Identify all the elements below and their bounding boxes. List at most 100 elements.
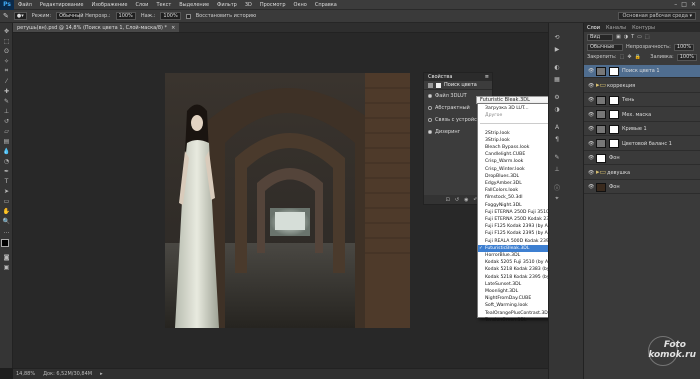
brush-tool-icon[interactable]: ✎ — [3, 12, 9, 20]
actions-panel-icon[interactable]: ▶ — [552, 45, 562, 53]
eyedropper-tool-icon[interactable]: ⁄ — [2, 77, 11, 85]
properties-panel-icon[interactable]: ⚙ — [552, 93, 562, 101]
quick-selection-tool-icon[interactable]: ✧ — [2, 57, 11, 65]
filter-type-icon[interactable]: T — [631, 34, 634, 40]
clone-stamp-icon[interactable]: ⊥ — [2, 107, 11, 115]
lock-all-icon[interactable]: 🔒 — [635, 54, 641, 60]
layer-row[interactable]: 👁 Фон — [584, 152, 700, 165]
eye-icon[interactable]: 👁 — [588, 126, 594, 132]
eye-icon[interactable]: 👁 — [588, 184, 594, 190]
layers-tab[interactable]: Слои — [587, 25, 600, 31]
move-tool-icon[interactable]: ✥ — [2, 27, 11, 35]
layer-row[interactable]: 👁 Кривые 1 — [584, 123, 700, 136]
marquee-tool-icon[interactable]: ⬚ — [2, 37, 11, 45]
lock-pixels-icon[interactable]: ⬚ — [620, 54, 625, 60]
layers-tab[interactable]: Контуры — [632, 25, 655, 31]
opacity-input[interactable]: 100% — [115, 12, 136, 20]
menu-item[interactable]: Редактирование — [36, 2, 88, 8]
filter-pixel-icon[interactable]: ▣ — [616, 34, 621, 40]
foreground-color-swatch[interactable] — [1, 239, 9, 247]
document-tab[interactable]: ретушь(вн).psd @ 14,8% (Поиск цвета 1, С… — [13, 23, 180, 32]
menu-item[interactable]: 3D — [241, 2, 256, 8]
layer-row[interactable]: 👁 Фон — [584, 181, 700, 194]
zoom-tool-icon[interactable]: 🔍 — [2, 217, 11, 225]
brush-tool-icon[interactable]: ✎ — [2, 97, 11, 105]
menu-item[interactable]: Фильтр — [213, 2, 241, 8]
layer-mask-thumbnail[interactable] — [609, 66, 619, 76]
eye-icon[interactable]: 👁 — [588, 68, 594, 74]
blur-tool-icon[interactable]: 💧 — [2, 147, 11, 155]
eye-icon[interactable]: 👁 — [588, 155, 594, 161]
quick-mask-icon[interactable]: ◙ — [2, 253, 11, 261]
healing-brush-icon[interactable]: ✚ — [2, 87, 11, 95]
option-radio[interactable] — [428, 130, 432, 134]
brush-panel-icon[interactable]: ✎ — [552, 153, 562, 161]
mode-select[interactable]: Обычный — [56, 12, 83, 20]
type-tool-icon[interactable]: T — [2, 177, 11, 185]
flow-input[interactable]: 100% — [160, 12, 181, 20]
status-arrow-icon[interactable]: ▸ — [100, 371, 103, 377]
eye-icon[interactable]: 👁 — [588, 141, 594, 147]
close-window-icon[interactable]: ✕ — [691, 1, 696, 8]
filter-smart-icon[interactable]: ⬚ — [645, 34, 650, 40]
layer-row[interactable]: 👁 ▸▭ коррекция — [584, 80, 700, 93]
hand-tool-icon[interactable]: ✋ — [2, 207, 11, 215]
layer-row[interactable]: 👁 Тень — [584, 94, 700, 107]
view-previous-icon[interactable]: ↺ — [455, 197, 459, 203]
menu-item[interactable]: Слои — [131, 2, 152, 8]
minimize-icon[interactable]: – — [674, 1, 677, 8]
lasso-tool-icon[interactable]: ʘ — [2, 47, 11, 55]
workspace-select[interactable]: Основная рабочая среда ▾ — [618, 12, 696, 20]
character-panel-icon[interactable]: A — [552, 123, 562, 131]
layer-kind-filter[interactable]: Вид — [587, 33, 613, 41]
filter-adjust-icon[interactable]: ◑ — [624, 34, 628, 40]
eye-icon[interactable]: 👁 — [588, 170, 594, 176]
layer-opacity-input[interactable]: 100% — [673, 43, 695, 51]
visibility-icon[interactable]: ◉ — [464, 197, 468, 203]
fill-input[interactable]: 100% — [676, 53, 697, 61]
more-tools-icon[interactable]: … — [2, 227, 11, 235]
eraser-tool-icon[interactable]: ▱ — [2, 127, 11, 135]
close-tab-icon[interactable]: × — [171, 25, 175, 31]
mask-icon[interactable] — [436, 82, 441, 88]
maximize-icon[interactable]: □ — [681, 1, 687, 8]
clone-source-icon[interactable]: ⊥ — [552, 165, 562, 173]
navigator-panel-icon[interactable]: ⌖ — [552, 195, 562, 203]
brush-preset-picker[interactable]: ●▾ — [13, 12, 27, 20]
menu-item[interactable]: Выделение — [175, 2, 213, 8]
blend-mode-select[interactable]: Обычные — [587, 43, 623, 51]
paragraph-panel-icon[interactable]: ¶ — [552, 135, 562, 143]
rectangle-tool-icon[interactable]: ▭ — [2, 197, 11, 205]
history-panel-icon[interactable]: ⟲ — [552, 33, 562, 41]
eye-icon[interactable]: 👁 — [588, 83, 594, 89]
menu-item[interactable]: Просмотр — [256, 2, 290, 8]
filter-shape-icon[interactable]: ▭ — [637, 34, 642, 40]
screen-mode-icon[interactable]: ▣ — [2, 263, 11, 271]
menu-item[interactable]: Окно — [290, 2, 311, 8]
gradient-tool-icon[interactable]: ▤ — [2, 137, 11, 145]
layer-mask-thumbnail[interactable] — [609, 124, 619, 134]
document-canvas-image[interactable] — [165, 73, 410, 328]
panel-menu-icon[interactable]: ≡ — [485, 74, 489, 80]
option-radio[interactable] — [428, 106, 432, 110]
layer-row[interactable]: 👁 Поиск цвета 1 — [584, 65, 700, 78]
option-radio[interactable] — [428, 118, 432, 122]
layer-mask-thumbnail[interactable] — [609, 110, 619, 119]
zoom-level[interactable]: 14,88% — [16, 371, 35, 377]
lock-position-icon[interactable]: ✥ — [627, 54, 631, 60]
layer-mask-thumbnail[interactable] — [609, 139, 619, 148]
menu-item[interactable]: Файл — [14, 2, 36, 8]
adjustments-panel-icon[interactable]: ◑ — [552, 105, 562, 113]
path-selection-icon[interactable]: ➤ — [2, 187, 11, 195]
menu-item[interactable]: Справка — [311, 2, 341, 8]
info-panel-icon[interactable]: ⓘ — [552, 183, 562, 192]
clip-to-layer-icon[interactable]: ⊡ — [446, 197, 450, 203]
option-radio[interactable] — [428, 94, 432, 98]
menu-item[interactable]: Изображение — [87, 2, 131, 8]
pen-tool-icon[interactable]: ✒ — [2, 167, 11, 175]
layer-row[interactable]: 👁 Цветовой баланс 1 — [584, 138, 700, 151]
color-panel-icon[interactable]: ◐ — [552, 63, 562, 71]
layer-row[interactable]: 👁 ▸▭ девушка — [584, 167, 700, 180]
history-checkbox[interactable] — [185, 13, 191, 19]
crop-tool-icon[interactable]: ⌗ — [2, 67, 11, 75]
